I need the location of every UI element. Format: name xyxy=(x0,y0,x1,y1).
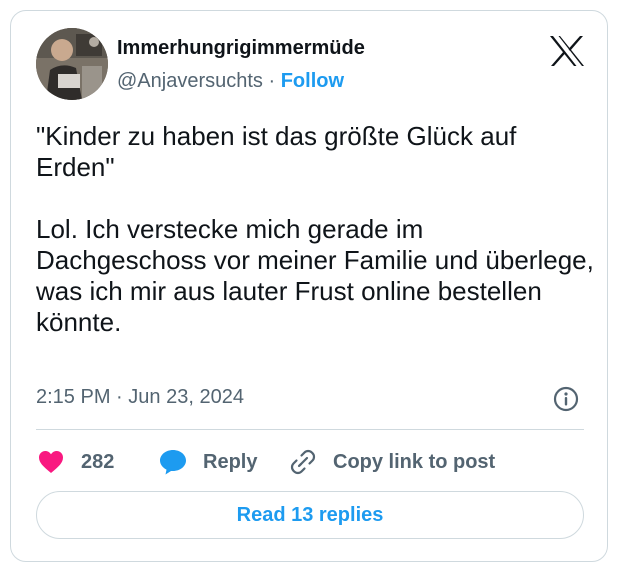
avatar[interactable] xyxy=(36,28,108,100)
copy-link-label: Copy link to post xyxy=(333,450,496,473)
speech-bubble-icon xyxy=(160,450,186,475)
reply-label: Reply xyxy=(203,450,258,473)
heart-icon xyxy=(39,451,63,473)
x-logo-icon[interactable] xyxy=(549,35,585,67)
divider xyxy=(36,429,584,430)
author-display-name[interactable]: Immerhungrigimmermüde xyxy=(117,37,365,60)
like-count: 282 xyxy=(81,450,115,473)
user-photo-avatar xyxy=(36,28,108,100)
tweet-date: Jun 23, 2024 xyxy=(128,386,244,408)
read-replies-button[interactable]: Read 13 replies xyxy=(36,491,584,539)
timestamp-separator: · xyxy=(116,386,123,408)
link-icon xyxy=(290,449,316,475)
info-icon[interactable] xyxy=(553,386,579,412)
tweet-text: "Kinder zu haben ist das größte Glück au… xyxy=(36,121,594,337)
tweet-timestamp[interactable]: 2:15 PM · Jun 23, 2024 xyxy=(36,386,244,409)
like-button[interactable]: 282 xyxy=(38,447,114,477)
follow-button[interactable]: Follow xyxy=(281,70,344,92)
tweet-time: 2:15 PM xyxy=(36,386,111,408)
reply-button[interactable]: Reply xyxy=(159,447,257,477)
tweet-card: Immerhungrigimmermüde @Anjaversuchts · F… xyxy=(10,10,608,562)
copy-link-button[interactable]: Copy link to post xyxy=(289,447,495,477)
handle-separator: · xyxy=(268,70,276,92)
author-handle-row: @Anjaversuchts · Follow xyxy=(117,70,344,93)
author-handle[interactable]: @Anjaversuchts xyxy=(117,70,263,92)
